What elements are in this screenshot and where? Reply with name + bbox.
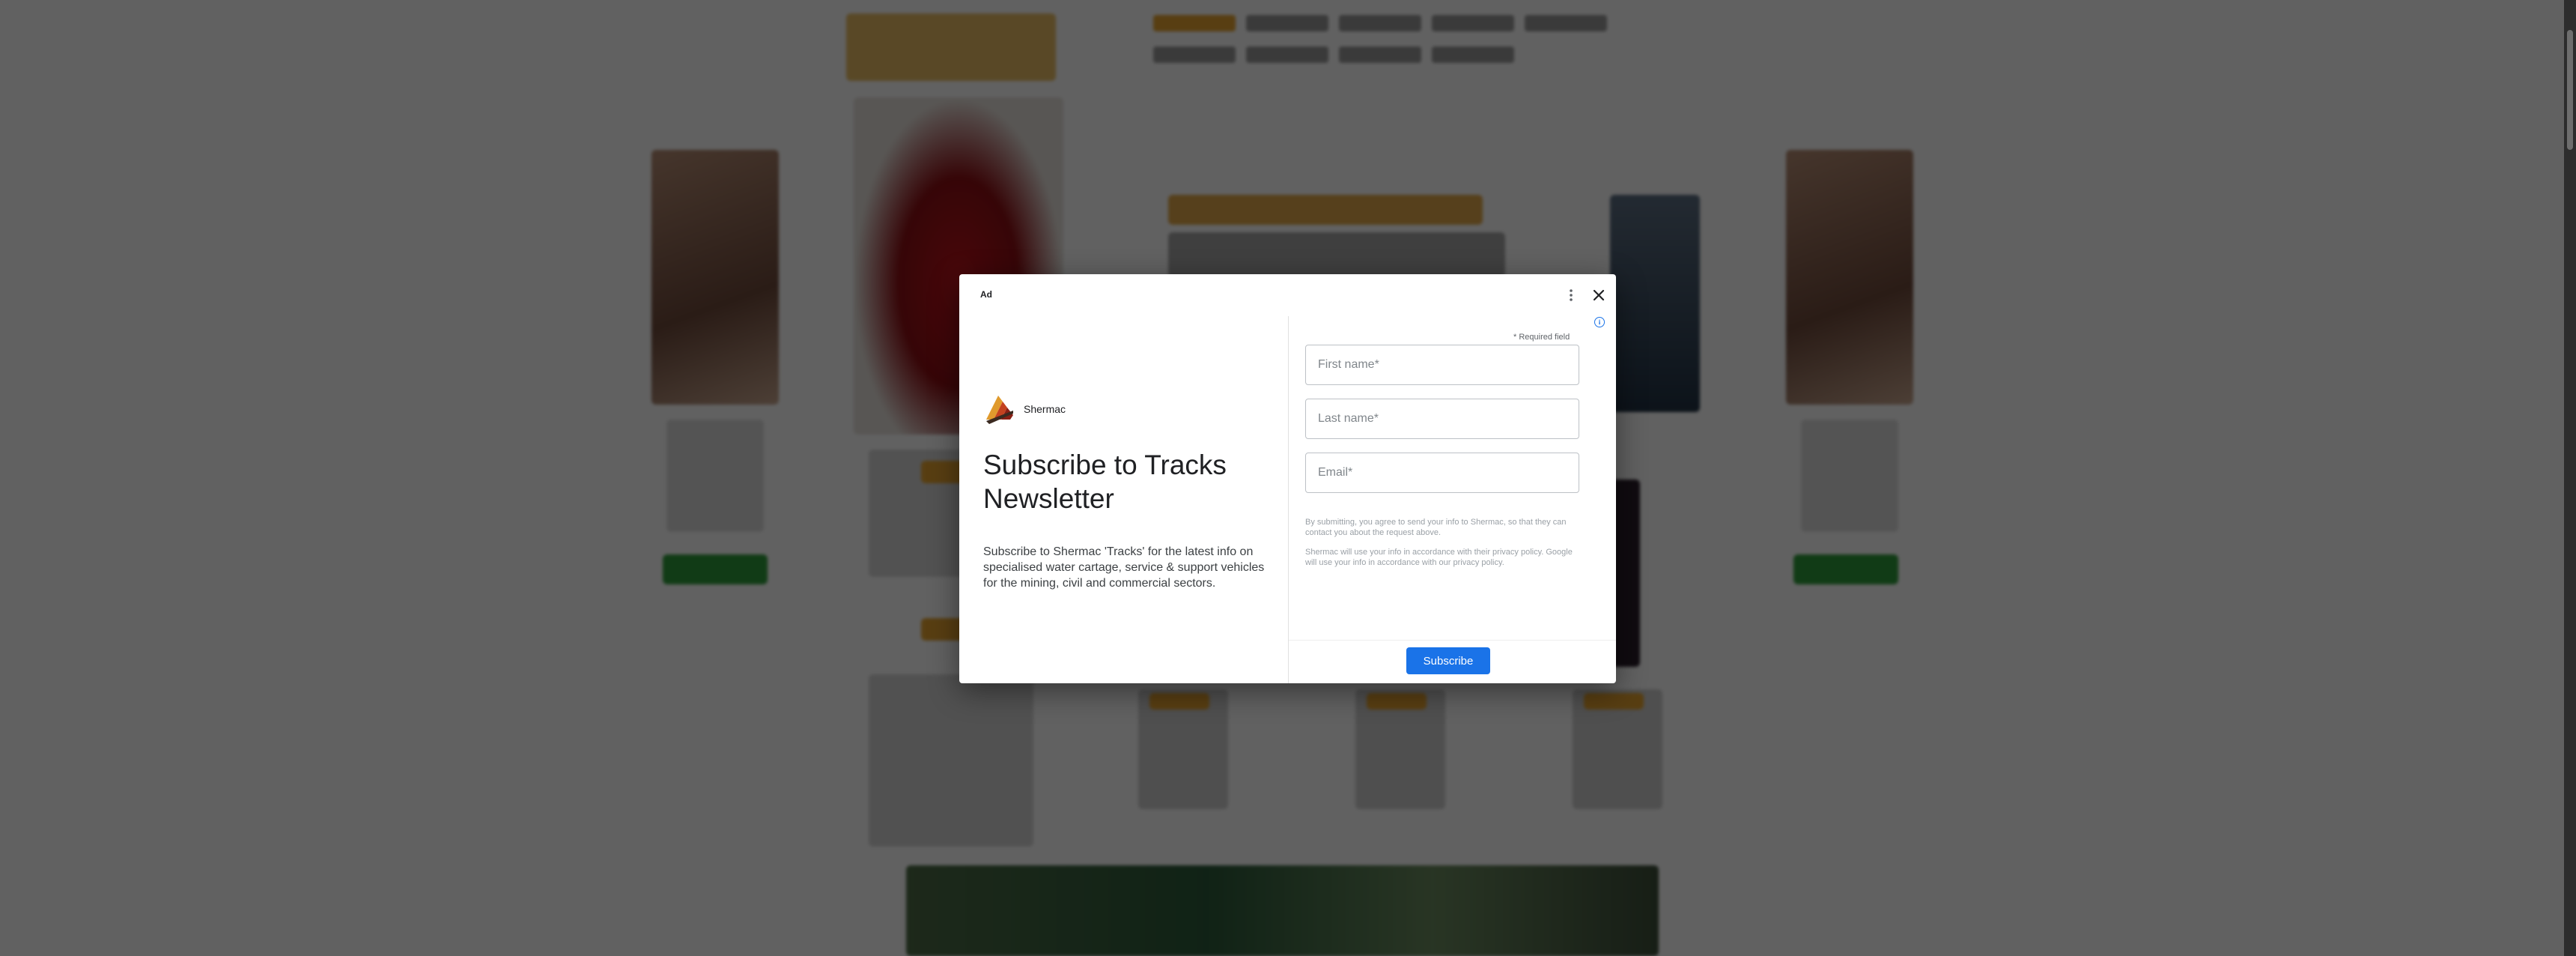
- email-field[interactable]: [1305, 453, 1579, 493]
- last-name-field[interactable]: [1305, 399, 1579, 439]
- consent-paragraph: By submitting, you agree to send your in…: [1305, 518, 1567, 537]
- privacy-paragraph: Shermac will use your info in accordance…: [1305, 548, 1573, 567]
- required-field-note: * Required field: [1513, 333, 1570, 342]
- lead-form: i * Required field By submitting, you ag…: [1289, 313, 1616, 683]
- adchoices-icon[interactable]: i: [1594, 317, 1605, 327]
- page-scrollbar[interactable]: [2564, 0, 2576, 956]
- form-footer-divider: [1289, 640, 1616, 641]
- ad-description: Subscribe to Shermac 'Tracks' for the la…: [983, 545, 1265, 590]
- first-name-field[interactable]: [1305, 345, 1579, 385]
- subscribe-button[interactable]: Subscribe: [1406, 647, 1490, 674]
- ad-lead-form-dialog: Ad Shermac Subscribe to Tracks Newslette…: [959, 274, 1616, 683]
- close-icon: [1593, 289, 1605, 301]
- ad-headline: Subscribe to Tracks Newsletter: [983, 450, 1227, 514]
- consent-text: By submitting, you agree to send your in…: [1305, 517, 1584, 577]
- more-vert-icon: [1570, 289, 1573, 301]
- advertiser-name: Shermac: [1024, 403, 1066, 415]
- shermac-logo-icon: [986, 396, 1013, 424]
- more-options-button[interactable]: [1561, 285, 1582, 306]
- advertiser-brand[interactable]: Shermac: [983, 393, 1066, 426]
- ad-content-pane: Shermac Subscribe to Tracks Newsletter S…: [959, 313, 1287, 683]
- scrollbar-thumb[interactable]: [2567, 30, 2573, 150]
- ad-label: Ad: [980, 289, 992, 300]
- close-button[interactable]: [1588, 285, 1609, 306]
